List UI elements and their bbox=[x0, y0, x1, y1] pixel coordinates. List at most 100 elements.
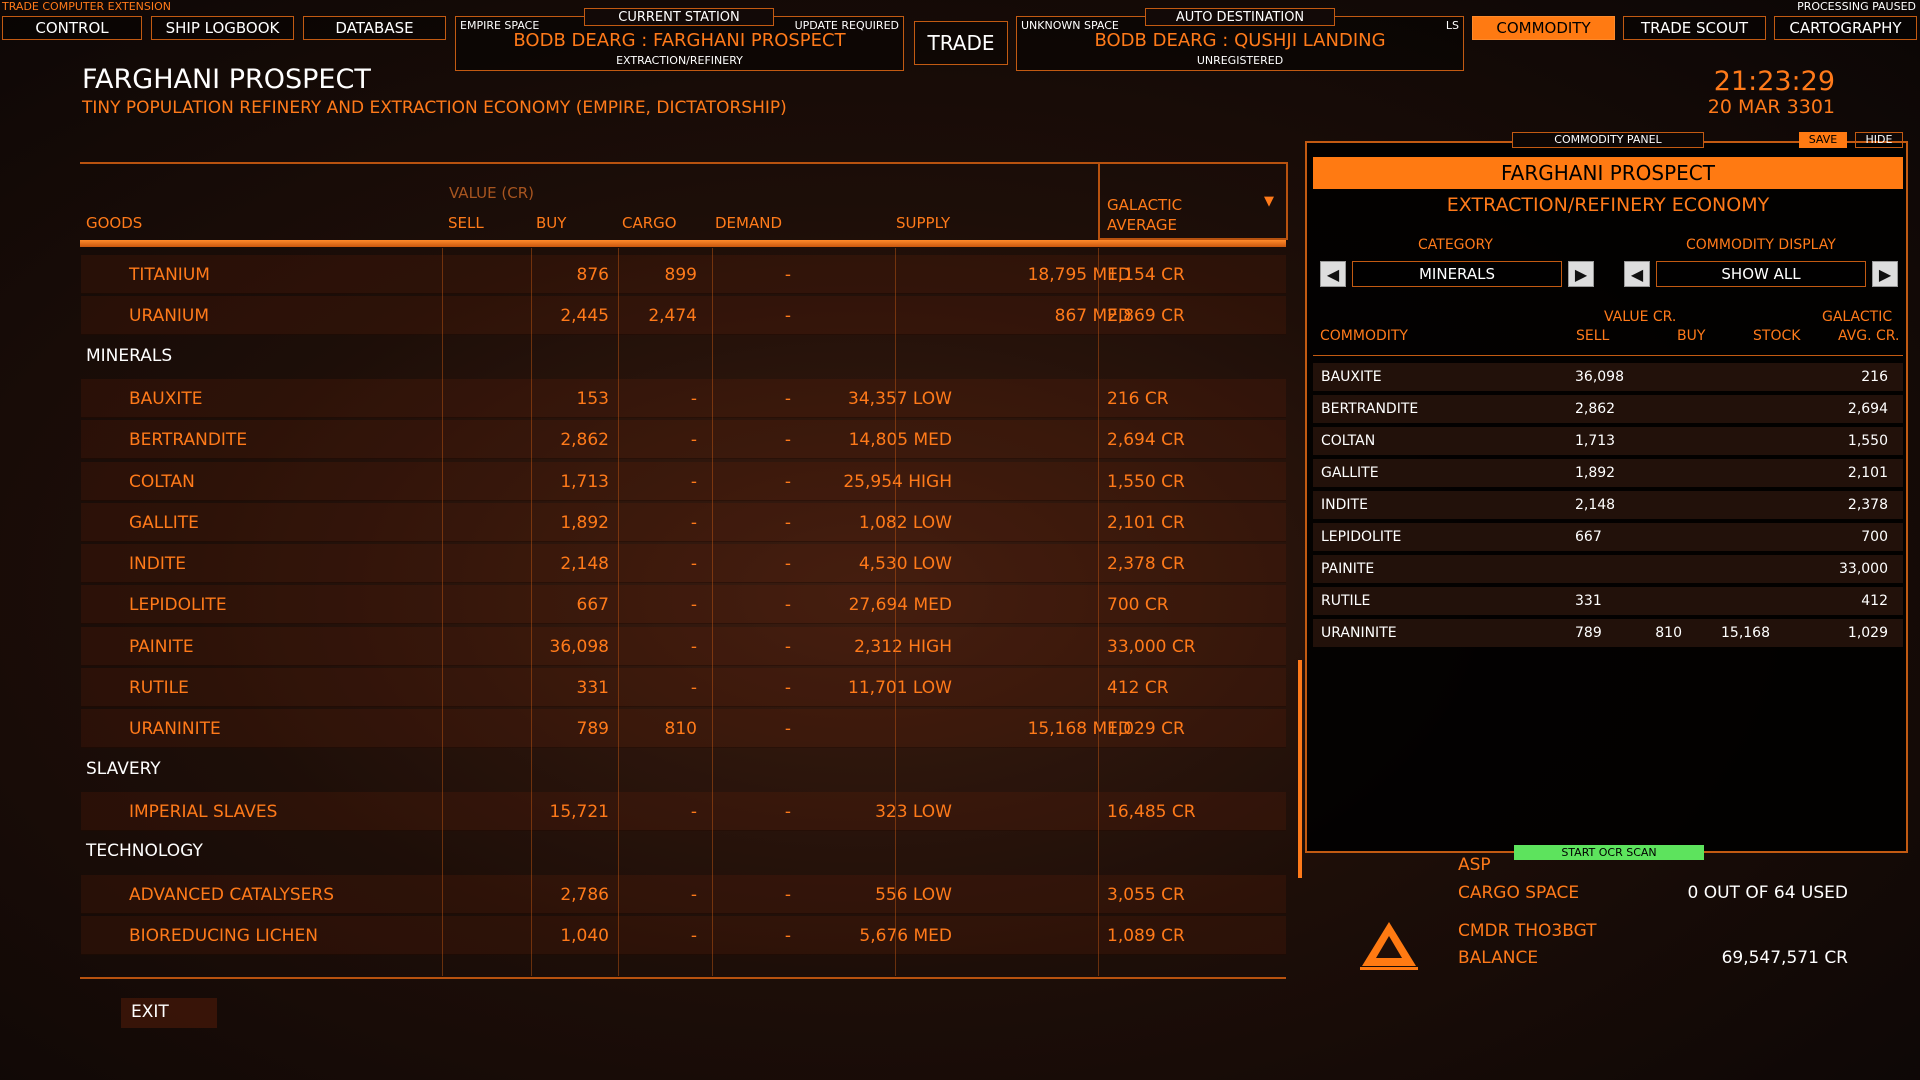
panel-cell-sell: 2,148 bbox=[1575, 497, 1616, 513]
category-prev-button[interactable]: ◀ bbox=[1320, 261, 1346, 287]
cell-avg: 3,055 CR bbox=[1107, 884, 1185, 905]
start-ocr-scan-button[interactable]: START OCR SCAN bbox=[1514, 845, 1704, 860]
panel-row[interactable]: INDITE 2,148 2,378 bbox=[1313, 491, 1903, 519]
panel-cell-name: INDITE bbox=[1321, 497, 1368, 513]
cell-buy: - bbox=[690, 884, 697, 905]
panel-row[interactable]: BERTRANDITE 2,862 2,694 bbox=[1313, 395, 1903, 423]
cell-avg: 412 CR bbox=[1107, 678, 1169, 698]
header-galactic[interactable]: GALACTIC bbox=[1107, 196, 1182, 214]
cell-cargo: - bbox=[784, 265, 791, 285]
cell-buy: - bbox=[690, 430, 697, 451]
cell-buy: - bbox=[690, 925, 697, 946]
cell-sell: 2,148 bbox=[560, 554, 609, 575]
cell-cargo: - bbox=[784, 719, 791, 740]
cell-sell: 2,786 bbox=[560, 884, 609, 905]
panel-row[interactable]: LEPIDOLITE 667 700 bbox=[1313, 523, 1903, 551]
cell-buy: - bbox=[690, 678, 697, 698]
panel-cell-name: PAINITE bbox=[1321, 561, 1375, 577]
current-station-economy: EXTRACTION/REFINERY bbox=[616, 54, 743, 67]
cell-cargo: - bbox=[784, 636, 791, 657]
exit-button[interactable]: EXIT bbox=[121, 998, 217, 1028]
table-row[interactable]: IMPERIAL SLAVES 15,721 - - 323 LOW 16,485 CR bbox=[81, 791, 1286, 831]
cell-avg: 1,550 CR bbox=[1107, 471, 1185, 492]
display-label: COMMODITY DISPLAY bbox=[1686, 237, 1836, 253]
header-buy[interactable]: BUY bbox=[536, 214, 566, 232]
cell-buy: - bbox=[690, 471, 697, 492]
panel-row[interactable]: BAUXITE 36,098 216 bbox=[1313, 363, 1903, 391]
table-row[interactable]: COLTAN 1,713 - - 25,954 HIGH 1,550 CR bbox=[81, 461, 1286, 501]
commander-name: CMDR THO3BGT bbox=[1458, 921, 1597, 941]
display-select[interactable]: SHOW ALL bbox=[1656, 261, 1866, 287]
header-sell[interactable]: SELL bbox=[448, 214, 484, 232]
commodity-name: PAINITE bbox=[129, 636, 194, 657]
category-next-button[interactable]: ▶ bbox=[1568, 261, 1594, 287]
cell-demand: 323 LOW bbox=[875, 801, 952, 822]
table-row[interactable]: URANINITE 789 810-15,168 MED 1,029 CR bbox=[81, 709, 1286, 749]
table-row[interactable]: GALLITE 1,892 - - 1,082 LOW 2,101 CR bbox=[81, 502, 1286, 542]
commodity-panel-tab: COMMODITY PANEL bbox=[1512, 132, 1704, 148]
header-supply[interactable]: SUPPLY bbox=[896, 214, 950, 232]
category-heading: MINERALS bbox=[86, 345, 173, 366]
nav-commodity-button[interactable]: COMMODITY bbox=[1472, 16, 1615, 40]
header-average[interactable]: AVERAGE bbox=[1107, 216, 1177, 234]
table-row[interactable]: ADVANCED CATALYSERS 2,786 - - 556 LOW 3,055 C… bbox=[81, 874, 1286, 914]
panel-hide-button[interactable]: HIDE bbox=[1855, 132, 1903, 148]
cell-demand: 25,954 HIGH bbox=[843, 471, 952, 492]
table-row[interactable]: BAUXITE 153 - - 34,357 LOW 216 CR bbox=[81, 378, 1286, 418]
table-scrollbar[interactable] bbox=[1298, 660, 1302, 878]
panel-row[interactable]: COLTAN 1,713 1,550 bbox=[1313, 427, 1903, 455]
panel-cell-sell: 2,862 bbox=[1575, 401, 1616, 417]
display-prev-button[interactable]: ◀ bbox=[1624, 261, 1650, 287]
table-row[interactable]: RUTILE 331 - - 11,701 LOW 412 CR bbox=[81, 668, 1286, 707]
commodity-name: IMPERIAL SLAVES bbox=[129, 801, 278, 822]
panel-header-commodity: COMMODITY bbox=[1320, 328, 1408, 344]
commodity-name: BERTRANDITE bbox=[129, 430, 248, 451]
panel-header-sell: SELL bbox=[1576, 328, 1610, 344]
panel-cell-avg: 2,694 bbox=[1847, 401, 1888, 417]
commodity-name: RUTILE bbox=[129, 678, 189, 698]
panel-cell-name: LEPIDOLITE bbox=[1321, 529, 1402, 545]
nav-trade-scout-button[interactable]: TRADE SCOUT bbox=[1623, 16, 1766, 40]
table-row[interactable]: LEPIDOLITE 667 - - 27,694 MED 700 CR bbox=[81, 585, 1286, 625]
cell-avg: 1,029 CR bbox=[1107, 719, 1185, 740]
cell-cargo: - bbox=[784, 925, 791, 946]
header-demand[interactable]: DEMAND bbox=[715, 214, 782, 232]
commodity-name: URANIUM bbox=[129, 306, 210, 327]
cell-avg: 2,694 CR bbox=[1107, 430, 1185, 451]
panel-header-divider bbox=[1313, 355, 1903, 356]
nav-control-button[interactable]: CONTROL bbox=[2, 16, 142, 40]
table-row[interactable]: BERTRANDITE 2,862 - - 14,805 MED 2,694 CR bbox=[81, 420, 1286, 460]
display-next-button[interactable]: ▶ bbox=[1872, 261, 1898, 287]
table-row[interactable]: INDITE 2,148 - - 4,530 LOW 2,378 CR bbox=[81, 544, 1286, 584]
cell-sell: 1,713 bbox=[560, 471, 609, 492]
table-row[interactable]: BIOREDUCING LICHEN 1,040 - - 5,676 MED 1,089 … bbox=[81, 915, 1286, 955]
panel-cell-avg: 1,029 bbox=[1847, 625, 1888, 641]
panel-row[interactable]: URANINITE 789 810 15,168 1,029 bbox=[1313, 619, 1903, 647]
sort-dropdown-icon[interactable]: ▼ bbox=[1264, 194, 1274, 209]
commodity-name: COLTAN bbox=[129, 471, 195, 492]
header-cargo[interactable]: CARGO bbox=[622, 214, 677, 232]
cell-avg: 2,378 CR bbox=[1107, 554, 1185, 575]
header-goods[interactable]: GOODS bbox=[86, 214, 142, 232]
panel-save-button[interactable]: SAVE bbox=[1799, 132, 1847, 148]
cell-avg: 700 CR bbox=[1107, 595, 1169, 616]
table-row[interactable]: URANIUM 2,445 2,474-867 MED 2,869 CR bbox=[81, 296, 1286, 336]
nav-ship-logbook-button[interactable]: SHIP LOGBOOK bbox=[151, 16, 294, 40]
trade-button[interactable]: TRADE bbox=[914, 21, 1008, 65]
panel-row[interactable]: RUTILE 331 412 bbox=[1313, 587, 1903, 615]
nav-database-button[interactable]: DATABASE bbox=[303, 16, 446, 40]
panel-cell-sell: 1,713 bbox=[1575, 433, 1616, 449]
cell-avg: 2,869 CR bbox=[1107, 306, 1185, 327]
panel-row[interactable]: PAINITE 33,000 bbox=[1313, 555, 1903, 583]
table-row[interactable]: PAINITE 36,098 - - 2,312 HIGH 33,000 CR bbox=[81, 626, 1286, 666]
nav-cartography-button[interactable]: CARTOGRAPHY bbox=[1774, 16, 1917, 40]
cell-buy: - bbox=[690, 636, 697, 657]
current-station-name: BODB DEARG : FARGHANI PROSPECT bbox=[513, 30, 846, 51]
auto-destination-box: AUTO DESTINATION UNKNOWN SPACE LS BODB D… bbox=[1016, 8, 1464, 71]
cargo-space-label: CARGO SPACE bbox=[1458, 883, 1580, 903]
category-select[interactable]: MINERALS bbox=[1352, 261, 1562, 287]
table-row[interactable]: TITANIUM 876 899-18,795 MED 1,154 CR bbox=[81, 255, 1286, 294]
cell-sell: 667 bbox=[576, 595, 609, 616]
column-divider bbox=[712, 248, 713, 976]
panel-row[interactable]: GALLITE 1,892 2,101 bbox=[1313, 459, 1903, 487]
